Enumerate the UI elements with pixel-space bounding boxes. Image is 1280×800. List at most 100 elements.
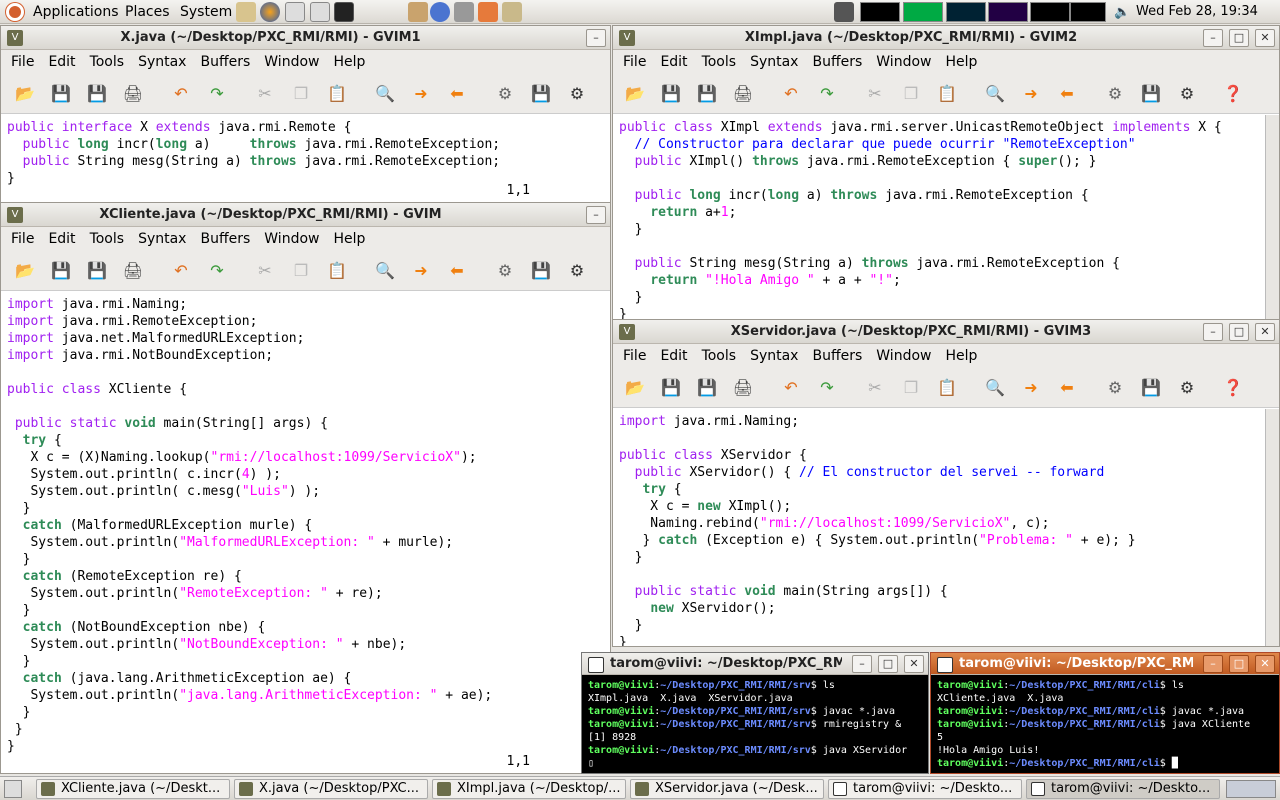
minimize-button[interactable]: –	[1203, 323, 1223, 341]
find-replace-icon[interactable]: 🔍	[373, 259, 397, 283]
redo-icon[interactable]: ↷	[815, 82, 839, 106]
minimize-button[interactable]: –	[1203, 655, 1223, 673]
open-icon[interactable]: 📂	[13, 82, 37, 106]
save-session-icon[interactable]: 💾	[1139, 82, 1163, 106]
find-replace-icon[interactable]: 🔍	[983, 82, 1007, 106]
task-x-java[interactable]: X.java (~/Desktop/PXC...	[234, 779, 428, 799]
gimp-launcher-icon[interactable]	[454, 2, 474, 22]
document-launcher-icon[interactable]	[285, 2, 305, 22]
applications-menu[interactable]: Applications	[33, 4, 119, 20]
load-session-icon[interactable]: ⚙	[1103, 82, 1127, 106]
copy-icon[interactable]: ❐	[289, 82, 313, 106]
copy-icon[interactable]: ❐	[289, 259, 313, 283]
maximize-button[interactable]: □	[1229, 655, 1249, 673]
menu-buffers[interactable]: Buffers	[200, 231, 250, 247]
minimize-button[interactable]: –	[586, 29, 606, 47]
save-all-icon[interactable]: 💾	[85, 259, 109, 283]
clock[interactable]: Wed Feb 28, 19:34	[1136, 4, 1258, 19]
save-icon[interactable]: 💾	[659, 376, 683, 400]
find-prev-icon[interactable]: ⬅	[445, 259, 469, 283]
terminal-launcher-icon[interactable]	[334, 2, 354, 22]
mail-launcher-icon[interactable]	[236, 2, 256, 22]
task-xservidor[interactable]: XServidor.java (~/Desk...	[630, 779, 824, 799]
redo-icon[interactable]: ↷	[205, 82, 229, 106]
help-find-icon[interactable]: ❓	[1221, 376, 1245, 400]
vertical-scrollbar[interactable]	[1265, 409, 1279, 646]
run-script-icon[interactable]: ⚙	[1175, 376, 1199, 400]
run-script-icon[interactable]: ⚙	[565, 82, 589, 106]
menu-tools[interactable]: Tools	[90, 54, 125, 70]
menu-syntax[interactable]: Syntax	[138, 54, 186, 70]
run-script-icon[interactable]: ⚙	[1175, 82, 1199, 106]
menu-syntax[interactable]: Syntax	[750, 54, 798, 70]
menu-tools[interactable]: Tools	[702, 54, 737, 70]
menu-edit[interactable]: Edit	[48, 54, 75, 70]
paste-icon[interactable]: 📋	[935, 376, 959, 400]
places-menu[interactable]: Places	[125, 4, 170, 20]
save-icon[interactable]: 💾	[49, 259, 73, 283]
maximize-button[interactable]: □	[1229, 29, 1249, 47]
minimize-button[interactable]: –	[852, 655, 872, 673]
menu-buffers[interactable]: Buffers	[812, 54, 862, 70]
menu-window[interactable]: Window	[264, 54, 319, 70]
disk-monitor-graph[interactable]	[1070, 2, 1106, 22]
load-session-icon[interactable]: ⚙	[493, 259, 517, 283]
close-button[interactable]: ✕	[1255, 655, 1275, 673]
firefox-launcher-icon[interactable]	[260, 2, 280, 22]
minimize-button[interactable]: –	[1203, 29, 1223, 47]
menu-edit[interactable]: Edit	[48, 231, 75, 247]
maximize-button[interactable]: □	[878, 655, 898, 673]
title-bar[interactable]: V X.java (~/Desktop/PXC_RMI/RMI) - GVIM1…	[1, 26, 610, 50]
menu-file[interactable]: File	[11, 231, 34, 247]
find-prev-icon[interactable]: ⬅	[445, 82, 469, 106]
menu-tools[interactable]: Tools	[90, 231, 125, 247]
save-all-icon[interactable]: 💾	[695, 82, 719, 106]
menu-syntax[interactable]: Syntax	[138, 231, 186, 247]
swap-monitor-graph[interactable]	[988, 2, 1028, 22]
task-terminal-1[interactable]: tarom@viivi: ~/Deskto...	[828, 779, 1022, 799]
cut-icon[interactable]: ✂	[253, 82, 277, 106]
system-menu[interactable]: System	[180, 4, 232, 20]
cut-icon[interactable]: ✂	[863, 82, 887, 106]
save-session-icon[interactable]: 💾	[529, 259, 553, 283]
ubuntu-logo-icon[interactable]	[6, 3, 24, 21]
run-script-icon[interactable]: ⚙	[565, 259, 589, 283]
save-session-icon[interactable]: 💾	[1139, 376, 1163, 400]
print-icon[interactable]: 🖨	[121, 259, 145, 283]
title-bar[interactable]: V XImpl.java (~/Desktop/PXC_RMI/RMI) - G…	[613, 26, 1279, 50]
terminal-output[interactable]: tarom@viivi:~/Desktop/PXC_RMI/RMI/cli$ l…	[933, 677, 1277, 771]
print-icon[interactable]: 🖨	[121, 82, 145, 106]
find-next-icon[interactable]: ➜	[409, 82, 433, 106]
menu-window[interactable]: Window	[264, 231, 319, 247]
cut-icon[interactable]: ✂	[253, 259, 277, 283]
vertical-scrollbar[interactable]	[1265, 115, 1279, 319]
spreadsheet-launcher-icon[interactable]	[310, 2, 330, 22]
title-bar[interactable]: tarom@viivi: ~/Desktop/PXC_RMI – □ ✕	[931, 653, 1279, 675]
help-launcher-icon[interactable]	[430, 2, 450, 22]
find-replace-icon[interactable]: 🔍	[983, 376, 1007, 400]
undo-icon[interactable]: ↶	[169, 82, 193, 106]
menu-edit[interactable]: Edit	[660, 54, 687, 70]
cut-icon[interactable]: ✂	[863, 376, 887, 400]
find-prev-icon[interactable]: ⬅	[1055, 376, 1079, 400]
redo-icon[interactable]: ↷	[815, 376, 839, 400]
menu-file[interactable]: File	[623, 54, 646, 70]
menu-help[interactable]: Help	[333, 54, 365, 70]
save-all-icon[interactable]: 💾	[85, 82, 109, 106]
menu-help[interactable]: Help	[945, 348, 977, 364]
menu-tools[interactable]: Tools	[702, 348, 737, 364]
find-replace-icon[interactable]: 🔍	[373, 82, 397, 106]
menu-file[interactable]: File	[11, 54, 34, 70]
menu-edit[interactable]: Edit	[660, 348, 687, 364]
copy-icon[interactable]: ❐	[899, 376, 923, 400]
task-terminal-2[interactable]: tarom@viivi: ~/Deskto...	[1026, 779, 1220, 799]
task-ximpl[interactable]: XImpl.java (~/Desktop/...	[432, 779, 626, 799]
save-icon[interactable]: 💾	[659, 82, 683, 106]
home-launcher-icon[interactable]	[478, 2, 498, 22]
open-icon[interactable]: 📂	[623, 82, 647, 106]
menu-help[interactable]: Help	[945, 54, 977, 70]
open-icon[interactable]: 📂	[13, 259, 37, 283]
load-session-icon[interactable]: ⚙	[1103, 376, 1127, 400]
menu-buffers[interactable]: Buffers	[812, 348, 862, 364]
redo-icon[interactable]: ↷	[205, 259, 229, 283]
